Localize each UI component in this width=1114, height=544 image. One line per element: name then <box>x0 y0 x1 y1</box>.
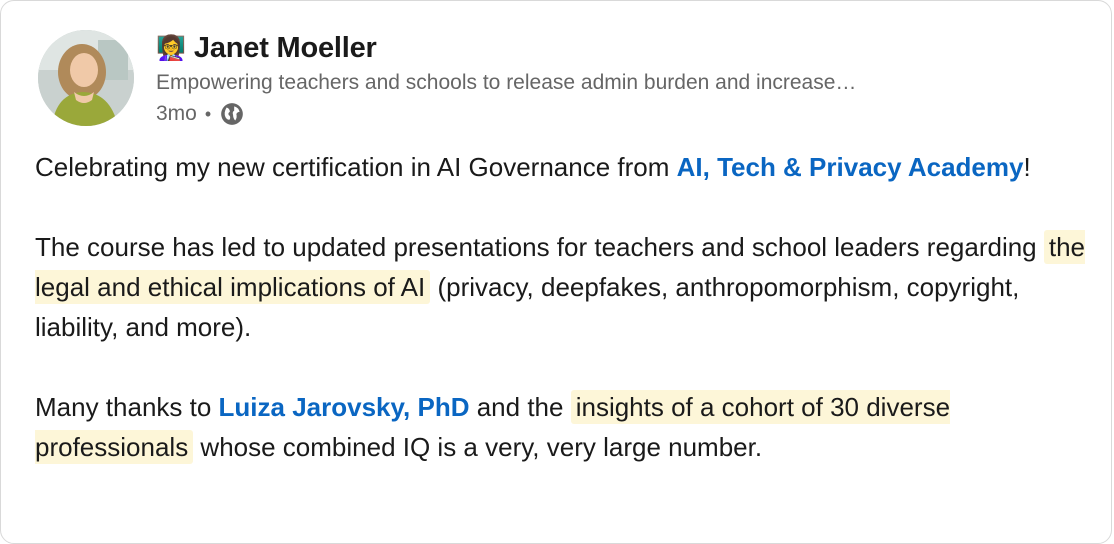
avatar[interactable] <box>38 30 134 126</box>
post-text: The course has led to updated presentati… <box>35 232 1044 262</box>
post-paragraph: Many thanks to Luiza Jarovsky, PhD and t… <box>35 387 1085 467</box>
post-meta: 3mo • <box>156 101 245 127</box>
teacher-emoji-icon: 👩‍🏫 <box>156 34 186 62</box>
profile-photo <box>38 30 134 126</box>
post-paragraph: The course has led to updated presentati… <box>35 227 1086 347</box>
meta-separator: • <box>204 103 212 124</box>
post-paragraph: Celebrating my new certification in AI G… <box>35 147 1085 187</box>
post-text: and the <box>469 392 571 422</box>
author-headline: Empowering teachers and schools to relea… <box>156 71 857 94</box>
author-name[interactable]: Janet Moeller <box>194 32 377 65</box>
post-body: Celebrating my new certification in AI G… <box>35 147 1086 467</box>
post-time: 3mo <box>156 102 197 125</box>
post-text: ! <box>1023 152 1031 182</box>
post-text: whose combined IQ is a very, very large … <box>193 432 763 462</box>
author-name-row[interactable]: 👩‍🏫 Janet Moeller <box>156 31 377 65</box>
post-text: Celebrating my new certification in AI G… <box>35 152 677 182</box>
mention-link-luiza[interactable]: Luiza Jarovsky, PhD <box>219 392 470 422</box>
post-text: Many thanks to <box>35 392 219 422</box>
mention-link-academy[interactable]: AI, Tech & Privacy Academy <box>677 152 1024 182</box>
globe-icon <box>221 103 244 125</box>
post-card: 👩‍🏫 Janet Moeller Empowering teachers an… <box>0 0 1112 544</box>
